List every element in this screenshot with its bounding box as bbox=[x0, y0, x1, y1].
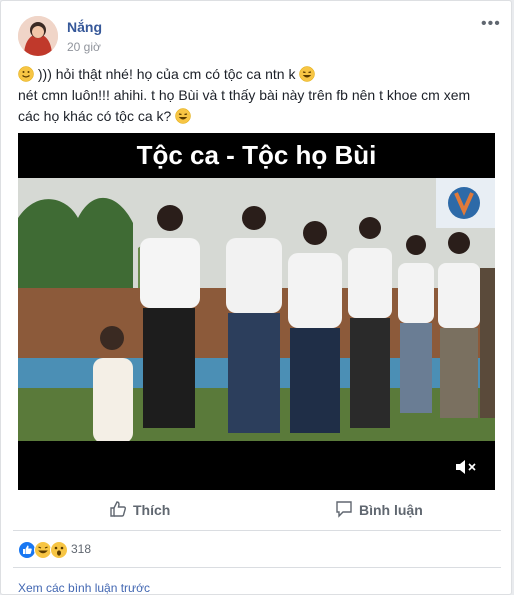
post-text-line-2: nét cmn luôn!!! ahihi. t họ Bùi và t thấ… bbox=[18, 87, 471, 103]
author-name[interactable]: Nắng bbox=[67, 19, 102, 35]
more-options-icon[interactable]: ••• bbox=[481, 15, 501, 33]
laugh-emoji-icon bbox=[175, 108, 191, 124]
divider bbox=[13, 567, 501, 568]
divider bbox=[13, 530, 501, 531]
comment-button[interactable]: Bình luận bbox=[335, 490, 431, 530]
like-button[interactable]: Thích bbox=[109, 490, 179, 530]
comment-label: Bình luận bbox=[359, 502, 423, 518]
post-timestamp[interactable]: 20 giờ bbox=[67, 40, 101, 54]
wow-icon bbox=[50, 541, 68, 559]
post-text-line-3: các họ khác có tộc ca k? bbox=[18, 108, 172, 124]
post-text-line-1: ))) hỏi thật nhé! họ của cm có tộc ca nt… bbox=[37, 66, 296, 82]
comment-icon bbox=[336, 501, 352, 518]
video-title: Tộc ca - Tộc họ Bùi bbox=[136, 140, 377, 170]
video-player[interactable]: Tộc ca - Tộc họ Bùi bbox=[18, 133, 495, 490]
thumbs-up-icon bbox=[110, 501, 126, 517]
post-card: Nắng 20 giờ ••• ))) hỏi thật nhé! họ của… bbox=[0, 0, 512, 595]
post-actions: Thích Bình luận bbox=[1, 490, 513, 530]
laugh-emoji-icon bbox=[299, 66, 316, 82]
video-frame bbox=[18, 178, 495, 441]
smile-emoji-icon bbox=[18, 66, 34, 82]
like-label: Thích bbox=[133, 502, 171, 518]
view-previous-comments-link[interactable]: Xem các bình luận trước bbox=[18, 581, 150, 595]
avatar[interactable] bbox=[18, 16, 58, 56]
mute-icon[interactable] bbox=[454, 457, 480, 477]
post-text: ))) hỏi thật nhé! họ của cm có tộc ca nt… bbox=[18, 64, 496, 127]
reaction-count[interactable]: 318 bbox=[71, 542, 91, 556]
